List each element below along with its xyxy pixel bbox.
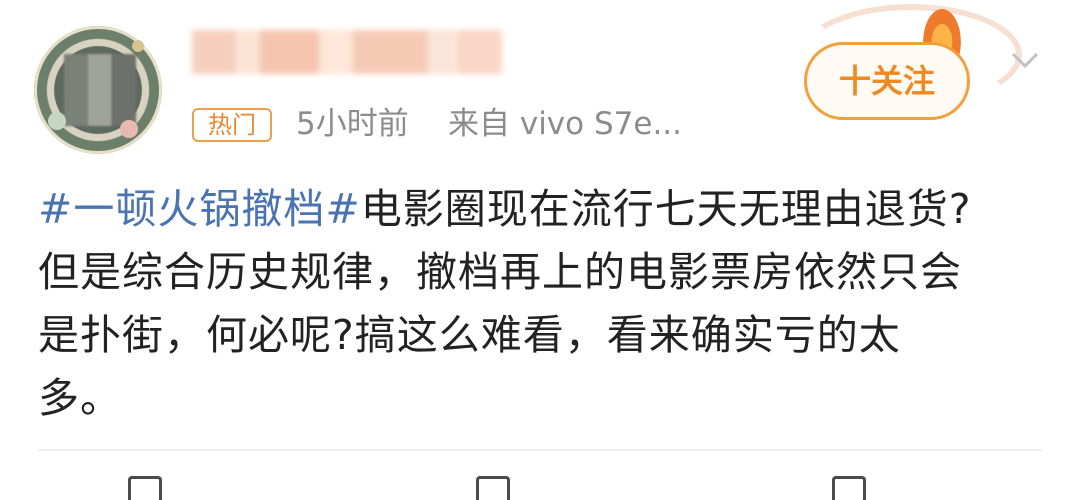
chevron-down-icon[interactable]: [1010, 44, 1040, 74]
content-line-4: 多。: [38, 374, 122, 422]
post-time: 5小时前: [296, 106, 409, 142]
like-button[interactable]: [832, 476, 866, 500]
avatar-flower-decoration: [120, 120, 138, 138]
avatar-bead-decoration: [132, 40, 144, 52]
repost-button[interactable]: [128, 476, 162, 500]
hashtag-link[interactable]: #一顿火锅撤档#: [38, 185, 361, 233]
comment-button[interactable]: [476, 476, 510, 500]
content-text: 电影圈现在流行七天无理由退货?: [360, 185, 972, 233]
repost-icon: [128, 476, 162, 500]
comment-icon: [476, 476, 510, 500]
divider: [38, 449, 1042, 451]
follow-button[interactable]: 十关注: [804, 42, 970, 120]
content-line-1: #一顿火锅撤档#电影圈现在流行七天无理由退货?: [38, 178, 1048, 241]
username-blurred[interactable]: [192, 30, 502, 74]
post-content: #一顿火锅撤档#电影圈现在流行七天无理由退货? 但是综合历史规律，撤档再上的电影…: [38, 178, 1048, 430]
weibo-post: 热门 5小时前 来自 vivo S7e... 十关注 #一顿火锅撤档#电影圈现在…: [0, 0, 1080, 500]
avatar-blurred-center: [64, 54, 136, 126]
post-source: 来自 vivo S7e...: [448, 106, 683, 142]
hot-badge: 热门: [192, 108, 272, 142]
avatar-leaf-decoration: [48, 112, 66, 130]
content-line-3: 是扑街，何必呢?搞这么难看，看来确实亏的太: [38, 311, 901, 359]
content-line-2: 但是综合历史规律，撤档再上的电影票房依然只会: [38, 248, 962, 296]
like-icon: [832, 476, 866, 500]
